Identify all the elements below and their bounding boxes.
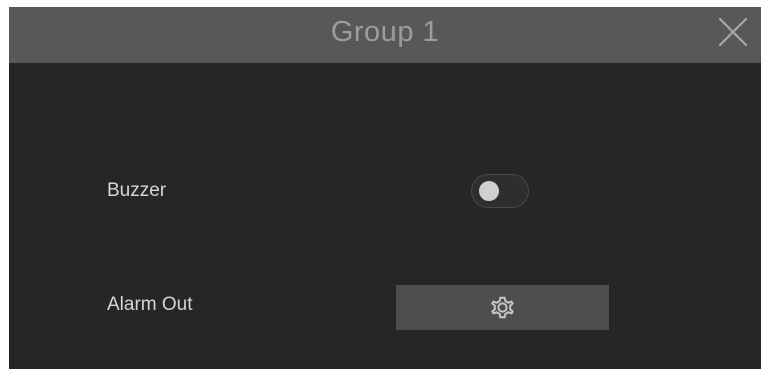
alarm-out-settings-button[interactable] xyxy=(396,285,609,330)
toggle-knob xyxy=(479,181,499,201)
buzzer-label: Buzzer xyxy=(107,180,167,201)
close-button[interactable] xyxy=(718,17,748,47)
group-dialog: Group 1 Buzzer Alarm Out xyxy=(9,7,761,369)
buzzer-toggle[interactable] xyxy=(471,174,529,208)
gear-icon xyxy=(486,291,519,324)
dialog-title: Group 1 xyxy=(330,16,440,48)
dialog-titlebar: Group 1 xyxy=(9,7,761,63)
close-icon xyxy=(718,17,748,47)
alarm-out-label: Alarm Out xyxy=(107,294,193,315)
